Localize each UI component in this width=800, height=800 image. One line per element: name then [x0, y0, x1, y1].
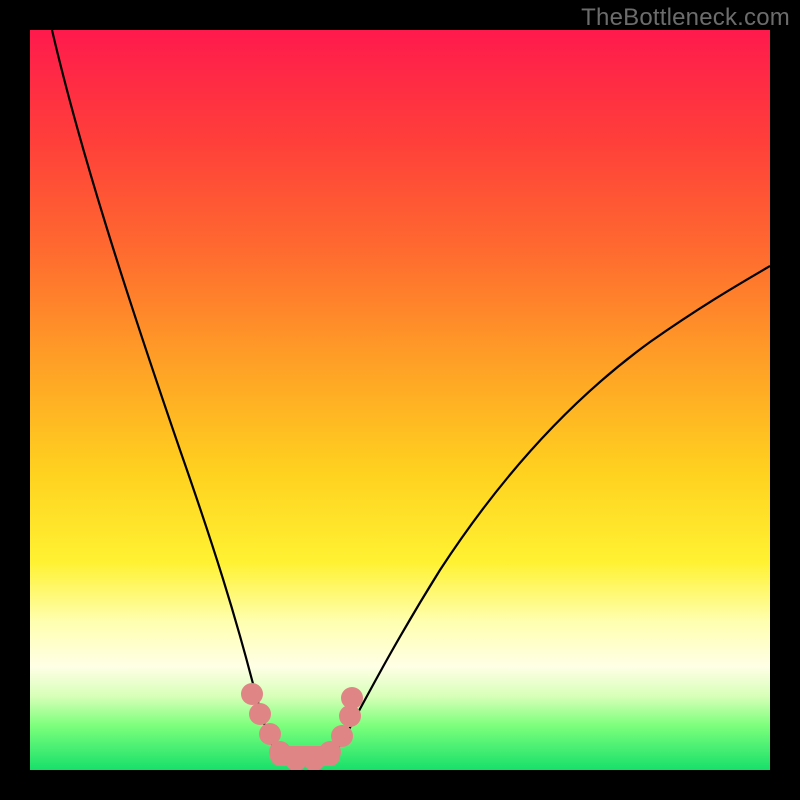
curve-left-branch [52, 30, 270, 742]
curve-overlay [30, 30, 770, 770]
highlight-markers [241, 683, 363, 770]
watermark-text: TheBottleneck.com [581, 4, 790, 32]
curve-right-branch [342, 266, 770, 742]
plot-area [30, 30, 770, 770]
chart-frame: TheBottleneck.com [0, 0, 800, 800]
